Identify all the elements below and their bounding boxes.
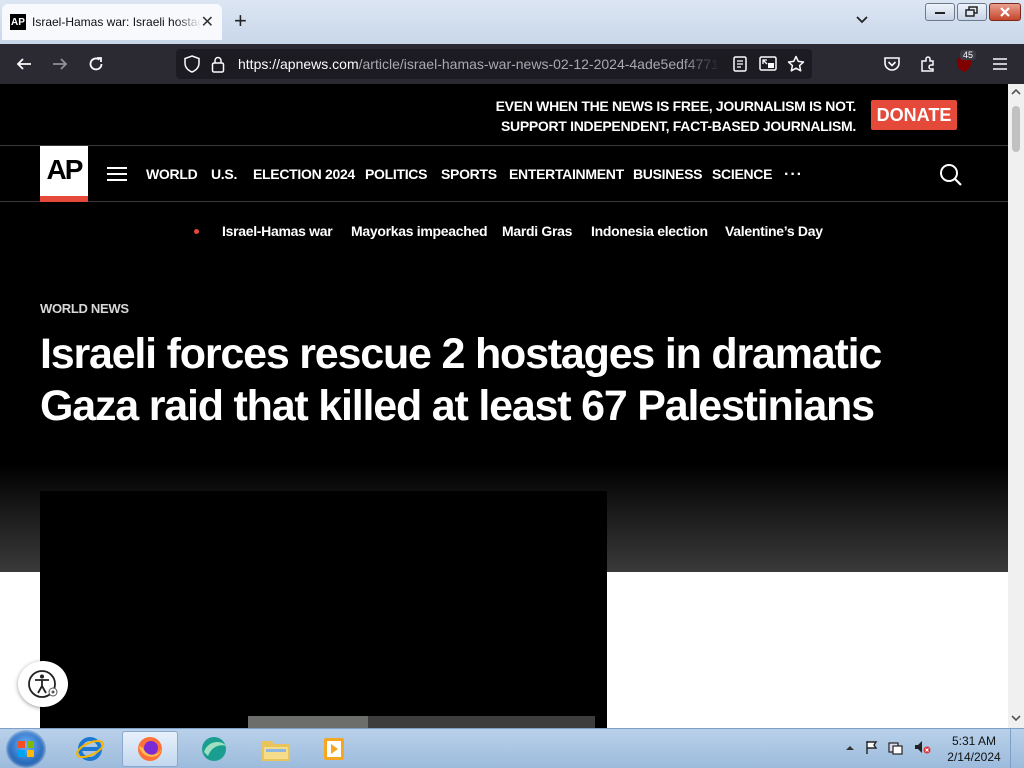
lock-icon[interactable] xyxy=(208,54,228,74)
nav-election-2024[interactable]: ELECTION 2024 xyxy=(253,166,355,182)
new-tab-button[interactable]: + xyxy=(234,10,247,32)
pocket-icon[interactable] xyxy=(882,54,902,74)
trending-israel-hamas-war[interactable]: Israel-Hamas war xyxy=(222,223,333,239)
window-close-button[interactable] xyxy=(989,3,1021,21)
donate-line-1: EVEN WHEN THE NEWS IS FREE, JOURNALISM I… xyxy=(495,98,857,114)
nav-us[interactable]: U.S. xyxy=(211,166,237,182)
headline-line-1: Israeli forces rescue 2 hostages in dram… xyxy=(40,330,882,378)
trending-valentines-day[interactable]: Valentine’s Day xyxy=(725,223,823,239)
show-desktop-button[interactable] xyxy=(1010,729,1024,768)
system-tray xyxy=(845,739,945,758)
nav-world[interactable]: WORLD xyxy=(146,166,198,182)
clock-date: 2/14/2024 xyxy=(947,750,1001,764)
tab-list-chevron-icon[interactable] xyxy=(855,12,869,30)
main-navigation: AP WORLD U.S. ELECTION 2024 POLITICS SPO… xyxy=(0,146,1008,202)
scroll-up-arrow-icon xyxy=(1011,88,1021,95)
bookmark-star-icon[interactable] xyxy=(786,54,806,74)
trending-topics: Israel-Hamas war Mayorkas impeached Mard… xyxy=(0,202,1008,260)
accessibility-button[interactable] xyxy=(18,661,68,707)
ap-logo[interactable]: AP xyxy=(40,146,88,202)
back-icon[interactable] xyxy=(14,54,34,74)
nav-business[interactable]: BUSINESS xyxy=(633,166,702,182)
live-dot-icon xyxy=(194,229,199,234)
window-minimize-button[interactable] xyxy=(925,3,955,21)
browser-tab-bar: AP Israel-Hamas war: Israeli hostages ✕ … xyxy=(0,0,1024,44)
url-path: /article/israel-hamas-war-news-02-12-202… xyxy=(358,56,719,72)
windows-taskbar: 5:31 AM 2/14/2024 xyxy=(0,728,1024,768)
media-player-icon[interactable] xyxy=(306,731,362,767)
tray-expand-icon xyxy=(846,741,931,755)
browser-tab-active[interactable]: AP Israel-Hamas war: Israeli hostages ✕ xyxy=(2,4,222,40)
url-bar[interactable]: https://apnews.com/article/israel-hamas-… xyxy=(176,49,812,79)
trending-mayorkas-impeached[interactable]: Mayorkas impeached xyxy=(351,223,488,239)
scrollbar-thumb[interactable] xyxy=(1012,106,1020,152)
nav-politics[interactable]: POLITICS xyxy=(365,166,427,182)
donate-message: EVEN WHEN THE NEWS IS FREE, JOURNALISM I… xyxy=(495,96,857,136)
file-explorer-icon[interactable] xyxy=(248,731,304,767)
extensions-icon[interactable] xyxy=(918,54,938,74)
donate-button[interactable]: DONATE xyxy=(871,100,957,130)
donate-line-2: SUPPORT INDEPENDENT, FACT-BASED JOURNALI… xyxy=(500,118,856,134)
forward-icon[interactable] xyxy=(50,54,70,74)
url-host: https://apnews.com xyxy=(238,56,359,72)
section-label[interactable]: WORLD NEWS xyxy=(40,301,129,316)
clock-time: 5:31 AM xyxy=(951,734,997,748)
tab-title: Israel-Hamas war: Israeli hostages xyxy=(32,15,201,29)
url-text[interactable]: https://apnews.com/article/israel-hamas-… xyxy=(238,56,720,72)
nav-sports[interactable]: SPORTS xyxy=(441,166,497,182)
donate-banner: EVEN WHEN THE NEWS IS FREE, JOURNALISM I… xyxy=(0,84,1008,146)
tab-close-icon[interactable]: ✕ xyxy=(201,12,214,32)
trending-mardi-gras[interactable]: Mardi Gras xyxy=(502,223,572,239)
accessibility-icon xyxy=(28,670,58,698)
web-page: EVEN WHEN THE NEWS IS FREE, JOURNALISM I… xyxy=(0,84,1008,728)
ap-favicon-icon: AP xyxy=(10,14,26,30)
browser-toolbar: https://apnews.com/article/israel-hamas-… xyxy=(0,44,1024,84)
nav-science[interactable]: SCIENCE xyxy=(712,166,772,182)
start-button[interactable] xyxy=(6,730,46,768)
ap-logo-text: AP xyxy=(46,154,84,185)
video-thumbnail-strip-dark xyxy=(368,716,595,728)
search-icon[interactable] xyxy=(939,163,963,192)
internet-explorer-icon[interactable] xyxy=(62,731,118,767)
scroll-down-arrow-icon xyxy=(1011,715,1021,722)
trending-indonesia-election[interactable]: Indonesia election xyxy=(591,223,708,239)
hamburger-menu-icon[interactable] xyxy=(107,167,127,185)
firefox-icon[interactable] xyxy=(122,731,178,767)
taskbar-clock[interactable]: 5:31 AM 2/14/2024 xyxy=(944,733,1004,765)
menu-icon[interactable] xyxy=(990,54,1010,74)
media-app-icon[interactable] xyxy=(186,731,242,767)
window-restore-button[interactable] xyxy=(957,3,987,21)
article-headline: Israeli forces rescue 2 hostages in dram… xyxy=(40,328,940,432)
picture-in-picture-icon[interactable] xyxy=(758,54,778,74)
nav-entertainment[interactable]: ENTERTAINMENT xyxy=(509,166,624,182)
video-thumbnail-strip xyxy=(248,716,368,728)
nav-more-icon[interactable]: ··· xyxy=(784,166,803,184)
reader-view-icon[interactable] xyxy=(730,54,750,74)
ublock-count-badge: 45 xyxy=(960,50,977,60)
shield-icon[interactable] xyxy=(182,54,202,74)
page-scrollbar[interactable] xyxy=(1008,84,1024,728)
reload-icon[interactable] xyxy=(86,54,106,74)
video-player[interactable] xyxy=(40,491,607,728)
headline-line-2: Gaza raid that killed at least 67 Palest… xyxy=(40,382,875,430)
